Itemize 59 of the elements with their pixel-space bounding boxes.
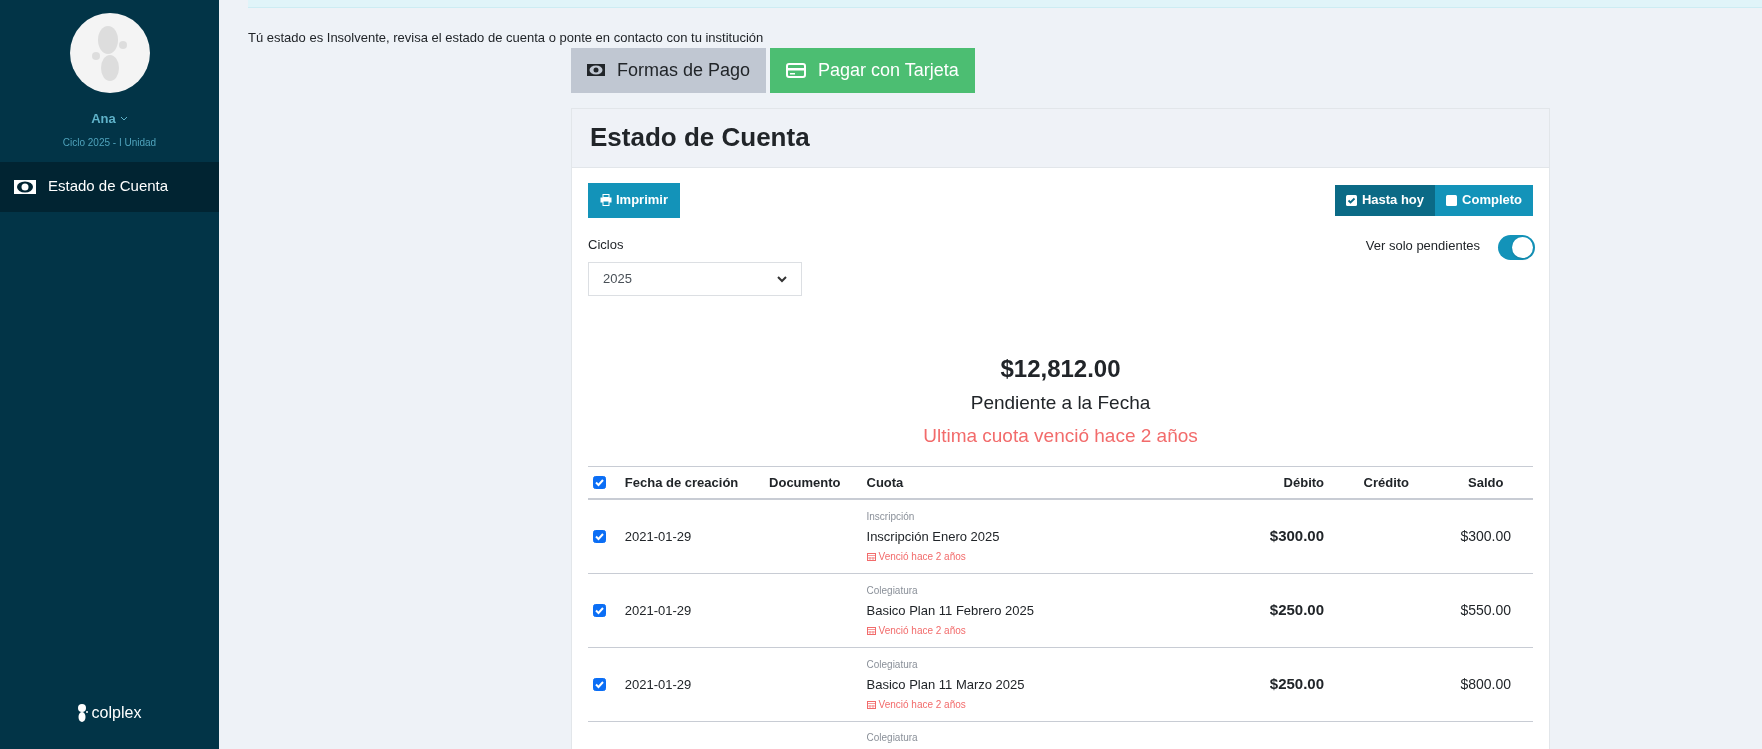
pending-only-switch[interactable] [1498,234,1535,260]
fee-name: Inscripción Enero 2025 [866,527,1001,546]
range-toggle[interactable]: Hasta hoy [1334,184,1436,216]
column-header: Débito [1282,473,1326,492]
table-cell-text: 2021-01-29 [624,601,693,620]
calendar-icon [866,700,876,710]
table-cell-text: $250.00 [1268,674,1326,695]
user-menu[interactable]: Ana [91,109,128,129]
money-icon [587,64,605,76]
due-note: Venció hace 2 años [878,624,966,639]
checkbox[interactable] [593,530,606,543]
table-cell-text: 2021-01-29 [624,675,693,694]
table-cell-text: $250.00 [1268,600,1326,621]
sidebar-item[interactable]: Estado de Cuenta [0,161,219,212]
column-header: Fecha de creación [624,473,740,492]
calendar-icon [866,626,876,636]
checkbox-icon [1446,194,1458,206]
table-cell-text: $800.00 [1459,675,1513,694]
fee-category: Colegiatura [866,731,919,745]
status-notice: Tú estado es Insolvente, revisa el estado de cuenta o ponte en contacto con tu institución [248,29,765,47]
credit-card-icon [786,62,807,78]
checkbox[interactable] [593,604,606,617]
cycles-select[interactable]: 2025 [588,262,802,296]
avatar-icon [69,13,150,93]
due-note: Venció hace 2 años [878,698,966,713]
fee-name: Basico Plan 11 Marzo 2025 [866,675,1026,694]
card-title: Estado de Cuenta [590,121,810,154]
checkbox-icon [1345,194,1357,206]
payment-methods-button[interactable]: Formas de Pago [571,47,767,93]
chevron-down-icon [777,275,787,283]
printer-icon [600,194,612,206]
due-note: Venció hace 2 años [878,550,966,565]
user-subtitle: Ciclo 2025 - I Unidad [62,135,157,150]
table-cell-text: 2021-01-29 [624,527,693,546]
overdue-warning: Ultima cuota venció hace 2 años [923,423,1198,448]
range-toggle[interactable]: Completo [1435,184,1533,216]
pending-only-label: Ver solo pendientes [1365,236,1480,255]
fee-category: Colegiatura [866,583,919,598]
pending-caption: Pendiente a la Fecha [970,391,1151,415]
column-header: Crédito [1362,473,1411,492]
table-cell-text: $550.00 [1459,601,1513,620]
pending-amount: $12,812.00 [1000,354,1121,384]
cycles-label: Ciclos [588,235,625,254]
table-cell-text: $300.00 [1459,527,1513,546]
column-header: Saldo [1467,473,1505,492]
fee-category: Colegiatura [866,657,919,672]
money-icon [14,179,36,194]
fee-name: Basico Plan 11 Febrero 2025 [866,601,1035,620]
checkbox[interactable] [593,678,606,691]
column-header: Cuota [866,473,905,492]
checkbox[interactable] [593,476,606,489]
logo-icon [77,703,88,723]
table-cell-text: $300.00 [1268,526,1326,547]
chevron-down-icon [119,116,128,122]
logo-text: colplex [91,703,142,723]
column-header: Documento [769,473,842,492]
print-button[interactable]: Imprimir [588,182,680,218]
fee-category: Inscripción [866,509,916,524]
calendar-icon [866,552,876,562]
